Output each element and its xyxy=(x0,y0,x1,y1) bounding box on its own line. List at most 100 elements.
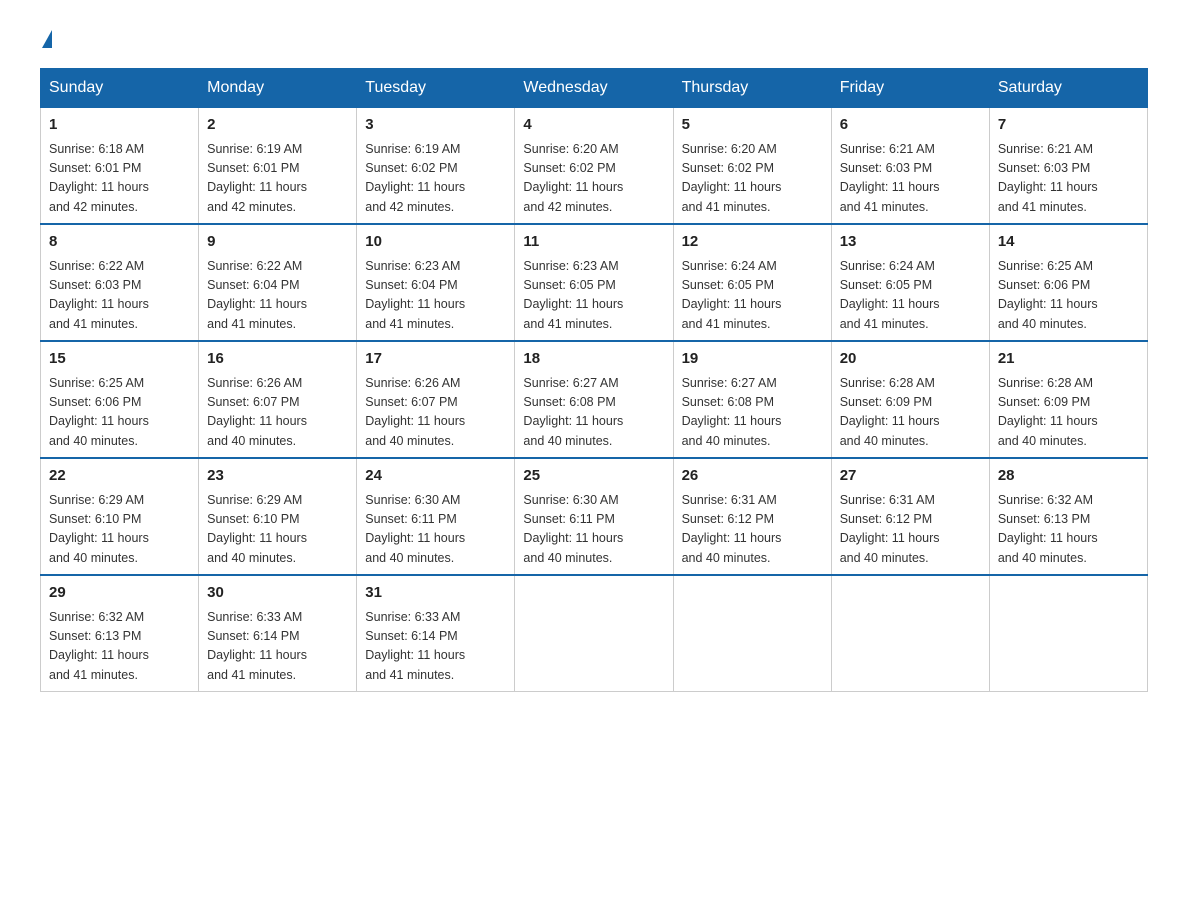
calendar-cell: 22 Sunrise: 6:29 AMSunset: 6:10 PMDaylig… xyxy=(41,458,199,575)
day-info: Sunrise: 6:27 AMSunset: 6:08 PMDaylight:… xyxy=(523,376,623,448)
calendar-cell: 24 Sunrise: 6:30 AMSunset: 6:11 PMDaylig… xyxy=(357,458,515,575)
day-info: Sunrise: 6:21 AMSunset: 6:03 PMDaylight:… xyxy=(998,142,1098,214)
calendar-cell xyxy=(515,575,673,692)
day-number: 29 xyxy=(49,582,190,605)
day-number: 25 xyxy=(523,465,664,488)
day-info: Sunrise: 6:20 AMSunset: 6:02 PMDaylight:… xyxy=(523,142,623,214)
calendar-cell: 29 Sunrise: 6:32 AMSunset: 6:13 PMDaylig… xyxy=(41,575,199,692)
col-header-thursday: Thursday xyxy=(673,69,831,108)
calendar-cell: 25 Sunrise: 6:30 AMSunset: 6:11 PMDaylig… xyxy=(515,458,673,575)
day-info: Sunrise: 6:18 AMSunset: 6:01 PMDaylight:… xyxy=(49,142,149,214)
calendar-cell: 19 Sunrise: 6:27 AMSunset: 6:08 PMDaylig… xyxy=(673,341,831,458)
calendar-cell: 17 Sunrise: 6:26 AMSunset: 6:07 PMDaylig… xyxy=(357,341,515,458)
day-number: 30 xyxy=(207,582,348,605)
col-header-sunday: Sunday xyxy=(41,69,199,108)
day-info: Sunrise: 6:19 AMSunset: 6:01 PMDaylight:… xyxy=(207,142,307,214)
day-info: Sunrise: 6:22 AMSunset: 6:03 PMDaylight:… xyxy=(49,259,149,331)
calendar-week-row: 29 Sunrise: 6:32 AMSunset: 6:13 PMDaylig… xyxy=(41,575,1148,692)
calendar-cell: 11 Sunrise: 6:23 AMSunset: 6:05 PMDaylig… xyxy=(515,224,673,341)
day-info: Sunrise: 6:24 AMSunset: 6:05 PMDaylight:… xyxy=(682,259,782,331)
day-number: 28 xyxy=(998,465,1139,488)
calendar-cell: 1 Sunrise: 6:18 AMSunset: 6:01 PMDayligh… xyxy=(41,108,199,225)
day-number: 15 xyxy=(49,348,190,371)
day-info: Sunrise: 6:27 AMSunset: 6:08 PMDaylight:… xyxy=(682,376,782,448)
col-header-friday: Friday xyxy=(831,69,989,108)
calendar-cell: 12 Sunrise: 6:24 AMSunset: 6:05 PMDaylig… xyxy=(673,224,831,341)
day-number: 1 xyxy=(49,114,190,137)
day-info: Sunrise: 6:25 AMSunset: 6:06 PMDaylight:… xyxy=(998,259,1098,331)
logo xyxy=(40,30,52,48)
calendar-table: SundayMondayTuesdayWednesdayThursdayFrid… xyxy=(40,68,1148,692)
col-header-wednesday: Wednesday xyxy=(515,69,673,108)
day-info: Sunrise: 6:23 AMSunset: 6:05 PMDaylight:… xyxy=(523,259,623,331)
day-info: Sunrise: 6:21 AMSunset: 6:03 PMDaylight:… xyxy=(840,142,940,214)
logo-triangle-icon xyxy=(42,30,52,48)
day-info: Sunrise: 6:22 AMSunset: 6:04 PMDaylight:… xyxy=(207,259,307,331)
day-number: 21 xyxy=(998,348,1139,371)
day-number: 16 xyxy=(207,348,348,371)
day-number: 23 xyxy=(207,465,348,488)
calendar-cell: 8 Sunrise: 6:22 AMSunset: 6:03 PMDayligh… xyxy=(41,224,199,341)
day-info: Sunrise: 6:30 AMSunset: 6:11 PMDaylight:… xyxy=(365,493,465,565)
day-number: 17 xyxy=(365,348,506,371)
day-number: 26 xyxy=(682,465,823,488)
calendar-cell: 31 Sunrise: 6:33 AMSunset: 6:14 PMDaylig… xyxy=(357,575,515,692)
calendar-cell xyxy=(673,575,831,692)
day-number: 2 xyxy=(207,114,348,137)
day-number: 19 xyxy=(682,348,823,371)
day-info: Sunrise: 6:28 AMSunset: 6:09 PMDaylight:… xyxy=(998,376,1098,448)
calendar-cell: 4 Sunrise: 6:20 AMSunset: 6:02 PMDayligh… xyxy=(515,108,673,225)
day-info: Sunrise: 6:32 AMSunset: 6:13 PMDaylight:… xyxy=(49,610,149,682)
calendar-cell: 20 Sunrise: 6:28 AMSunset: 6:09 PMDaylig… xyxy=(831,341,989,458)
day-info: Sunrise: 6:24 AMSunset: 6:05 PMDaylight:… xyxy=(840,259,940,331)
day-number: 24 xyxy=(365,465,506,488)
calendar-header-row: SundayMondayTuesdayWednesdayThursdayFrid… xyxy=(41,69,1148,108)
day-info: Sunrise: 6:25 AMSunset: 6:06 PMDaylight:… xyxy=(49,376,149,448)
day-number: 7 xyxy=(998,114,1139,137)
day-info: Sunrise: 6:26 AMSunset: 6:07 PMDaylight:… xyxy=(365,376,465,448)
day-info: Sunrise: 6:32 AMSunset: 6:13 PMDaylight:… xyxy=(998,493,1098,565)
day-info: Sunrise: 6:20 AMSunset: 6:02 PMDaylight:… xyxy=(682,142,782,214)
day-number: 9 xyxy=(207,231,348,254)
col-header-saturday: Saturday xyxy=(989,69,1147,108)
day-number: 8 xyxy=(49,231,190,254)
calendar-cell: 27 Sunrise: 6:31 AMSunset: 6:12 PMDaylig… xyxy=(831,458,989,575)
calendar-week-row: 22 Sunrise: 6:29 AMSunset: 6:10 PMDaylig… xyxy=(41,458,1148,575)
calendar-week-row: 8 Sunrise: 6:22 AMSunset: 6:03 PMDayligh… xyxy=(41,224,1148,341)
day-info: Sunrise: 6:31 AMSunset: 6:12 PMDaylight:… xyxy=(682,493,782,565)
day-number: 6 xyxy=(840,114,981,137)
calendar-cell: 3 Sunrise: 6:19 AMSunset: 6:02 PMDayligh… xyxy=(357,108,515,225)
calendar-week-row: 1 Sunrise: 6:18 AMSunset: 6:01 PMDayligh… xyxy=(41,108,1148,225)
page-header xyxy=(40,30,1148,48)
day-number: 27 xyxy=(840,465,981,488)
day-number: 10 xyxy=(365,231,506,254)
calendar-cell: 13 Sunrise: 6:24 AMSunset: 6:05 PMDaylig… xyxy=(831,224,989,341)
calendar-cell: 30 Sunrise: 6:33 AMSunset: 6:14 PMDaylig… xyxy=(199,575,357,692)
day-info: Sunrise: 6:33 AMSunset: 6:14 PMDaylight:… xyxy=(207,610,307,682)
day-number: 5 xyxy=(682,114,823,137)
calendar-cell: 6 Sunrise: 6:21 AMSunset: 6:03 PMDayligh… xyxy=(831,108,989,225)
day-number: 13 xyxy=(840,231,981,254)
calendar-cell: 23 Sunrise: 6:29 AMSunset: 6:10 PMDaylig… xyxy=(199,458,357,575)
calendar-cell: 9 Sunrise: 6:22 AMSunset: 6:04 PMDayligh… xyxy=(199,224,357,341)
day-info: Sunrise: 6:29 AMSunset: 6:10 PMDaylight:… xyxy=(49,493,149,565)
day-number: 31 xyxy=(365,582,506,605)
day-number: 3 xyxy=(365,114,506,137)
calendar-cell: 10 Sunrise: 6:23 AMSunset: 6:04 PMDaylig… xyxy=(357,224,515,341)
calendar-cell: 7 Sunrise: 6:21 AMSunset: 6:03 PMDayligh… xyxy=(989,108,1147,225)
calendar-cell: 14 Sunrise: 6:25 AMSunset: 6:06 PMDaylig… xyxy=(989,224,1147,341)
calendar-cell: 16 Sunrise: 6:26 AMSunset: 6:07 PMDaylig… xyxy=(199,341,357,458)
calendar-cell xyxy=(831,575,989,692)
calendar-cell: 18 Sunrise: 6:27 AMSunset: 6:08 PMDaylig… xyxy=(515,341,673,458)
day-info: Sunrise: 6:23 AMSunset: 6:04 PMDaylight:… xyxy=(365,259,465,331)
day-number: 22 xyxy=(49,465,190,488)
calendar-cell: 2 Sunrise: 6:19 AMSunset: 6:01 PMDayligh… xyxy=(199,108,357,225)
day-number: 12 xyxy=(682,231,823,254)
day-number: 14 xyxy=(998,231,1139,254)
calendar-cell: 21 Sunrise: 6:28 AMSunset: 6:09 PMDaylig… xyxy=(989,341,1147,458)
day-number: 20 xyxy=(840,348,981,371)
col-header-tuesday: Tuesday xyxy=(357,69,515,108)
calendar-week-row: 15 Sunrise: 6:25 AMSunset: 6:06 PMDaylig… xyxy=(41,341,1148,458)
day-info: Sunrise: 6:29 AMSunset: 6:10 PMDaylight:… xyxy=(207,493,307,565)
day-info: Sunrise: 6:31 AMSunset: 6:12 PMDaylight:… xyxy=(840,493,940,565)
